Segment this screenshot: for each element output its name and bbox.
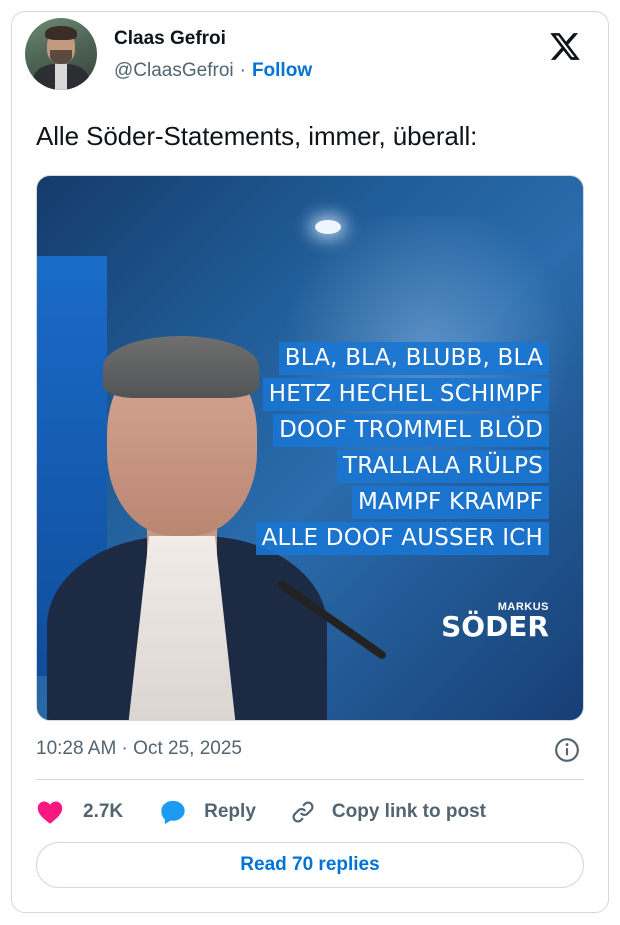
author-handle-row: @ClaasGefroi · Follow — [114, 60, 312, 82]
caption-line: DOOF TROMMEL BLÖD — [273, 414, 549, 447]
separator: · — [239, 60, 246, 81]
caption-line: BLA, BLA, BLUBB, BLA — [278, 342, 549, 375]
link-icon — [292, 801, 314, 823]
tweet-timestamp[interactable]: 10:28 AM · Oct 25, 2025 — [36, 738, 242, 760]
copy-link-button[interactable]: Copy link to post — [290, 799, 486, 825]
caption-line: TRALLALA RÜLPS — [336, 450, 549, 483]
like-button[interactable]: 2.7K — [36, 799, 159, 825]
tweet-image[interactable]: BLA, BLA, BLUBB, BLA HETZ HECHEL SCHIMPF… — [36, 175, 584, 721]
image-caption: BLA, BLA, BLUBB, BLA HETZ HECHEL SCHIMPF… — [255, 342, 549, 555]
image-brand: MARKUS SÖDER — [441, 601, 549, 641]
action-bar: 2.7K Reply Copy link to post — [36, 797, 486, 827]
speech-bubble-icon — [161, 800, 185, 825]
caption-line: ALLE DOOF AUSSER ICH — [255, 522, 549, 555]
author-handle[interactable]: @ClaasGefroi — [114, 60, 234, 82]
author-name[interactable]: Claas Gefroi — [114, 28, 226, 50]
tweet-text: Alle Söder-Statements, immer, überall: — [36, 121, 478, 151]
copy-link-label: Copy link to post — [331, 801, 486, 822]
caption-line: MAMPF KRAMPF — [351, 486, 549, 519]
divider — [36, 779, 584, 780]
reply-button[interactable]: Reply — [159, 798, 290, 826]
x-logo-icon[interactable] — [547, 30, 583, 63]
avatar[interactable] — [25, 18, 97, 90]
like-count: 2.7K — [83, 801, 124, 822]
caption-line: HETZ HECHEL SCHIMPF — [262, 378, 549, 411]
follow-button[interactable]: Follow — [252, 60, 312, 82]
reply-label: Reply — [204, 801, 256, 822]
heart-icon — [37, 801, 63, 824]
read-replies-button[interactable]: Read 70 replies — [36, 842, 584, 888]
brand-last-name: SÖDER — [441, 610, 549, 643]
info-icon[interactable] — [554, 737, 580, 763]
